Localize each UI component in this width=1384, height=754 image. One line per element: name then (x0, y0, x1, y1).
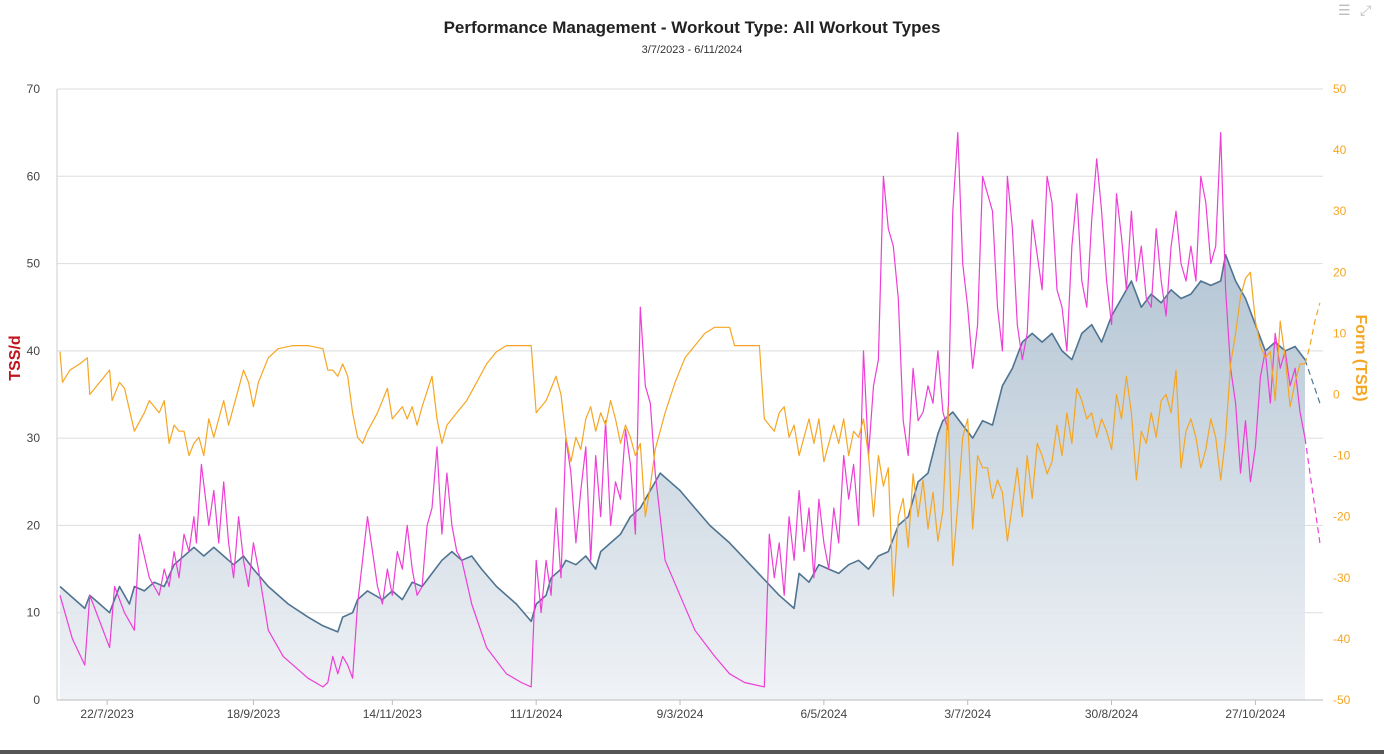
right-axis-ticks: -50 -40 -30 -20 -10 0 10 20 30 40 50 (1333, 82, 1351, 707)
x-tick-label: 22/7/2023 (80, 707, 134, 721)
left-tick-label: 40 (27, 344, 41, 358)
x-tick-label: 9/3/2024 (657, 707, 704, 721)
right-axis-title: Form (TSB) (1352, 314, 1369, 401)
left-tick-label: 70 (27, 82, 41, 96)
left-tick-label: 10 (27, 606, 41, 620)
right-tick-label: 20 (1333, 265, 1347, 279)
performance-chart: 0 10 20 30 40 50 60 70 -50 -40 -30 -20 -10 0 10 20 30 40… (7, 82, 1369, 721)
right-tick-label: -10 (1333, 449, 1351, 463)
bottom-border (0, 750, 1384, 754)
fitness_projection-line[interactable] (1304, 359, 1321, 404)
right-tick-label: 50 (1333, 82, 1347, 96)
right-tick-label: 30 (1333, 204, 1347, 218)
x-axis-ticks: 22/7/2023 18/9/2023 14/11/2023 11/1/2024 9/3… (80, 700, 1286, 721)
right-tick-label: -30 (1333, 571, 1351, 585)
left-tick-label: 50 (27, 257, 41, 271)
x-tick-label: 30/8/2024 (1085, 707, 1139, 721)
left-axis-ticks: 0 10 20 30 40 50 60 70 (27, 82, 41, 707)
right-tick-label: -20 (1333, 510, 1351, 524)
right-tick-label: 40 (1333, 143, 1347, 157)
left-tick-label: 20 (27, 518, 41, 532)
x-tick-label: 11/1/2024 (510, 707, 563, 721)
left-tick-label: 0 (33, 693, 40, 707)
right-tick-label: 0 (1333, 388, 1340, 402)
form_projection-line[interactable] (1304, 302, 1321, 365)
x-tick-label: 3/7/2024 (944, 707, 991, 721)
fitness-area (60, 254, 1305, 701)
fitness-area-layer (60, 254, 1305, 701)
left-tick-label: 30 (27, 431, 41, 445)
left-axis-title: TSS/d (7, 335, 24, 380)
x-tick-label: 14/11/2023 (363, 707, 422, 721)
x-tick-label: 27/10/2024 (1225, 707, 1285, 721)
right-tick-label: 10 (1333, 326, 1347, 340)
right-tick-label: -50 (1333, 693, 1351, 707)
left-tick-label: 60 (27, 169, 41, 183)
right-tick-label: -40 (1333, 632, 1351, 646)
x-tick-label: 6/5/2024 (801, 707, 848, 721)
x-tick-label: 18/9/2023 (227, 707, 281, 721)
fatigue_projection-line[interactable] (1304, 438, 1321, 543)
